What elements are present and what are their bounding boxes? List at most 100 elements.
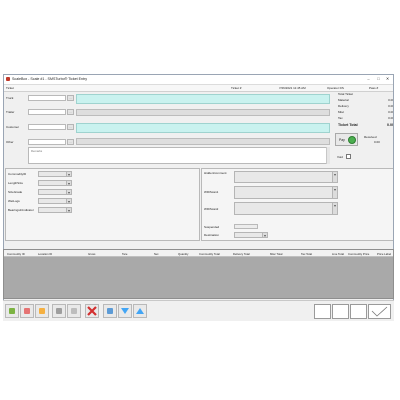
col-tare[interactable]: Tare	[122, 252, 127, 256]
accept-button[interactable]	[67, 304, 81, 318]
cut-ticket-button[interactable]	[20, 304, 34, 318]
sort-down-button[interactable]	[118, 304, 132, 318]
other-description-field[interactable]	[76, 138, 330, 145]
suspended-label: Suspended	[204, 225, 220, 229]
cut-icon	[24, 308, 30, 314]
close-button[interactable]: ✕	[383, 76, 392, 82]
col-tax-total[interactable]: Tax Total	[301, 252, 312, 256]
wet-logs-label: WetLogs	[8, 199, 20, 203]
maximize-button[interactable]: □	[374, 76, 383, 82]
pay-button[interactable]: Pay	[335, 133, 358, 146]
title-bar: ScaleBox - Scale #1 - SMSTurbo® Ticket E…	[4, 75, 393, 85]
check-icon	[71, 308, 77, 314]
bottom-toolbar	[3, 300, 394, 321]
sort-up-icon	[136, 308, 144, 314]
total-tax-row: Tax 0.00	[338, 116, 394, 120]
ticket-total-row: Ticket Total 0.00	[338, 123, 394, 127]
trailer-lookup-button[interactable]: ...	[67, 109, 74, 115]
truck-label: Truck	[6, 96, 14, 100]
suspended-field[interactable]	[234, 224, 258, 229]
delete-icon	[87, 306, 97, 316]
truck-input[interactable]	[28, 95, 66, 101]
col-gross[interactable]: Gross	[88, 252, 95, 256]
col-line-total[interactable]: Line Total	[332, 252, 344, 256]
received-value: 0.00	[374, 140, 380, 144]
commodity-details-panel: CommodityID LengthSize SizeGrade WetLogs…	[5, 168, 200, 241]
operator-label: Operator DS	[327, 86, 344, 90]
commodity-id-select[interactable]	[38, 171, 72, 177]
signature-check-icon	[371, 306, 388, 317]
signature-box-3[interactable]	[350, 304, 367, 319]
ticket-header: Ticket Ticket # 7/26/2021 11:45 AM Opera…	[4, 85, 393, 92]
col-commodity-id[interactable]: Commodity ID	[7, 252, 25, 256]
col-misc-total[interactable]: Misc Total	[270, 252, 282, 256]
total-material-row: Material 0.00	[338, 98, 394, 102]
scale-button[interactable]	[52, 304, 66, 318]
hidden-comment-select[interactable]	[234, 171, 338, 183]
pay-icon	[348, 136, 356, 144]
col-delivery-total[interactable]: Delivery Total	[233, 252, 250, 256]
pay-button-label: Pay	[339, 138, 345, 142]
destination-label: Destination	[204, 233, 220, 237]
ticket-datetime: 7/26/2021 11:45 AM	[279, 86, 306, 90]
ticket-number-label: Ticket #	[231, 86, 242, 90]
remarks-textarea[interactable]: Remarks	[28, 147, 330, 164]
signature-box-2[interactable]	[332, 304, 349, 319]
col-price-label[interactable]: Price Label	[377, 252, 391, 256]
weigh-in-icon	[107, 308, 113, 314]
received-label: Received	[364, 135, 377, 139]
length-size-label: LengthSize	[8, 181, 24, 185]
signature-box-1[interactable]	[314, 304, 331, 319]
void-checkbox[interactable]	[346, 154, 351, 159]
total-delivery-row: Delivery 0.00	[338, 104, 394, 108]
customer-lookup-button[interactable]: ...	[67, 124, 74, 130]
col-location-id[interactable]: Location ID	[38, 252, 52, 256]
trailer-description-field[interactable]	[76, 109, 330, 116]
open-ticket-button[interactable]	[35, 304, 49, 318]
truck-lookup-button[interactable]: ...	[67, 95, 74, 101]
destination-select[interactable]	[234, 232, 268, 238]
wid-scan2-label: WIDScan2	[204, 207, 219, 211]
size-grade-label: SizeGrade	[8, 190, 23, 194]
ticket-label: Ticket	[6, 86, 14, 90]
remarks-placeholder: Remarks	[31, 149, 43, 153]
trailer-input[interactable]	[28, 109, 66, 115]
grid-header: Commodity ID Location ID Gross Tare Net …	[4, 250, 393, 257]
wet-logs-select[interactable]	[38, 198, 72, 204]
remarks-scrollbar[interactable]	[326, 147, 330, 164]
col-commodity-price[interactable]: Commodity Price	[348, 252, 369, 256]
add-ticket-button[interactable]	[5, 304, 19, 318]
folder-icon	[39, 308, 45, 314]
sort-down-icon	[121, 308, 129, 314]
window-title: ScaleBox - Scale #1 - SMSTurbo® Ticket E…	[12, 77, 88, 81]
minimize-button[interactable]: –	[364, 76, 373, 82]
signature-pad[interactable]	[368, 304, 391, 319]
void-label: Void	[337, 155, 343, 159]
truck-description-field[interactable]	[76, 94, 330, 104]
wid-scan1-label: WIDScan1	[204, 190, 219, 194]
trailer-label: Trailer	[6, 110, 15, 114]
pass-label: Pass #	[369, 86, 379, 90]
other-input[interactable]	[28, 139, 66, 145]
size-grade-select[interactable]	[38, 189, 72, 195]
col-commodity-total[interactable]: Commodity Total	[199, 252, 220, 256]
commodity-id-label: CommodityID	[8, 172, 27, 176]
sort-up-button[interactable]	[133, 304, 147, 318]
col-net[interactable]: Net	[154, 252, 158, 256]
delete-button[interactable]	[85, 304, 99, 318]
weigh-in-button[interactable]	[103, 304, 117, 318]
other-lookup-button[interactable]: ...	[67, 139, 74, 145]
scale-icon	[56, 308, 62, 314]
length-size-select[interactable]	[38, 180, 72, 186]
app-icon	[6, 77, 10, 81]
customer-description-field[interactable]	[76, 123, 330, 133]
col-quantity[interactable]: Quantity	[178, 252, 188, 256]
hidden-comment-label: HiddenComment	[204, 171, 227, 175]
wid-scan2-select[interactable]	[234, 202, 338, 215]
other-label: Other	[6, 140, 14, 144]
total-misc-row: Misc 0.00	[338, 110, 394, 114]
wid-scan1-select[interactable]	[234, 186, 338, 199]
bearings-indicator-select[interactable]	[38, 207, 72, 213]
customer-input[interactable]	[28, 124, 66, 130]
commodity-lines-grid[interactable]: Commodity ID Location ID Gross Tare Net …	[3, 249, 394, 299]
